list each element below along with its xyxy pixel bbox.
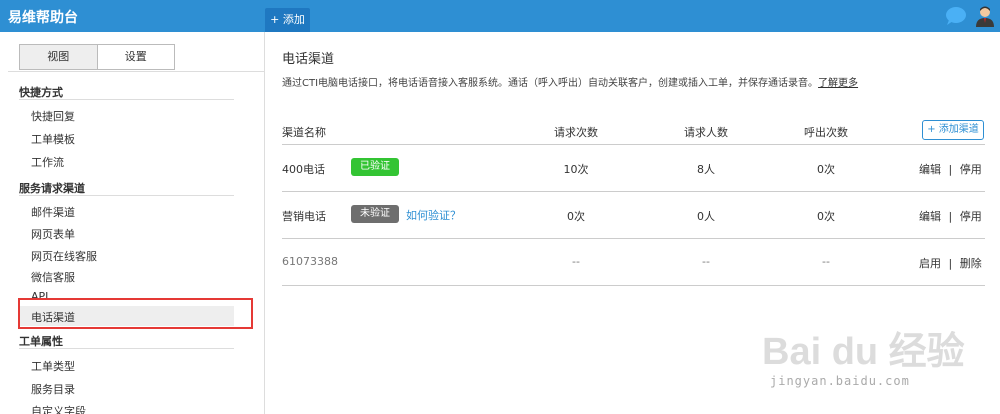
action-separator: |: [948, 210, 953, 223]
table-header: 渠道名称 请求次数 请求人数 呼出次数: [282, 124, 986, 144]
how-to-verify-link[interactable]: 如何验证？: [406, 207, 461, 223]
user-avatar-icon[interactable]: [975, 5, 995, 27]
section-ticket-attributes: 工单属性: [19, 335, 63, 348]
row-1-requests: 10次: [563, 163, 589, 176]
action-separator: |: [948, 257, 953, 270]
action-separator: |: [948, 163, 953, 176]
sidebar-item-web-chat[interactable]: 网页在线客服: [31, 248, 97, 264]
sidebar-item-service-catalog[interactable]: 服务目录: [31, 381, 75, 397]
section-divider: [19, 348, 234, 349]
sidebar-item-wechat[interactable]: 微信客服: [31, 269, 75, 285]
section-divider: [19, 99, 234, 100]
column-requester-count: 请求人数: [684, 126, 728, 139]
row-1-actions: 编辑 | 停用: [919, 161, 982, 177]
sidebar-item-custom-fields[interactable]: 自定义字段: [31, 403, 86, 414]
edit-link[interactable]: 编辑: [919, 163, 941, 176]
row-1-name: 400电话: [282, 163, 325, 176]
header-divider: [282, 144, 985, 145]
delete-link[interactable]: 删除: [960, 257, 982, 270]
tab-view[interactable]: 视图: [20, 45, 98, 69]
section-request-channels: 服务请求渠道: [19, 182, 85, 195]
tab-settings[interactable]: 设置: [97, 45, 174, 69]
watermark-url: jingyan.baidu.com: [770, 374, 910, 388]
sidebar-item-ticket-template[interactable]: 工单模板: [31, 131, 75, 147]
row-2-requests: 0次: [567, 210, 585, 223]
section-divider: [19, 195, 234, 196]
add-channel-button[interactable]: + 添加渠道: [922, 120, 984, 140]
column-channel-name: 渠道名称: [282, 126, 326, 139]
row-2-name: 营销电话: [282, 210, 326, 223]
sidebar-item-web-form[interactable]: 网页表单: [31, 226, 75, 242]
row-2-people: 0人: [697, 210, 715, 223]
sidebar-tabs: 视图 设置: [19, 44, 175, 70]
edit-link[interactable]: 编辑: [919, 210, 941, 223]
section-shortcuts: 快捷方式: [19, 86, 63, 99]
description-text: 通过CTI电脑电话接口，将电话语音接入客服系统。通话（呼入呼出）自动关联客户，创…: [282, 78, 819, 89]
verified-badge: 已验证: [351, 158, 399, 176]
row-3-requests: --: [572, 255, 580, 268]
sidebar-item-ticket-type[interactable]: 工单类型: [31, 358, 75, 374]
sidebar: 视图 设置 快捷方式 快捷回复 工单模板 工作流 服务请求渠道 邮件渠道 网页表…: [8, 32, 265, 414]
page-description: 通过CTI电脑电话接口，将电话语音接入客服系统。通话（呼入呼出）自动关联客户，创…: [282, 74, 858, 89]
sidebar-item-email-channel[interactable]: 邮件渠道: [31, 204, 75, 220]
disable-link[interactable]: 停用: [960, 163, 982, 176]
enable-link[interactable]: 启用: [919, 257, 941, 270]
paw-watermark-icon: Bai du 经验: [762, 331, 965, 373]
learn-more-link[interactable]: 了解更多: [818, 78, 858, 89]
row-divider: [282, 285, 985, 286]
app-title: 易维帮助台: [8, 10, 78, 26]
column-request-count: 请求次数: [554, 126, 598, 139]
unverified-badge: 未验证: [351, 205, 399, 223]
add-button[interactable]: + 添加: [265, 8, 310, 32]
tabs-divider: [8, 71, 264, 72]
row-3-name: 61073388: [282, 255, 338, 268]
row-divider: [282, 191, 985, 192]
disable-link[interactable]: 停用: [960, 210, 982, 223]
row-2-actions: 编辑 | 停用: [919, 208, 982, 224]
row-1-people: 8人: [697, 163, 715, 176]
column-outbound-count: 呼出次数: [804, 126, 848, 139]
row-divider: [282, 238, 985, 239]
page-title: 电话渠道: [282, 52, 335, 67]
row-3-actions: 启用 | 删除: [919, 255, 982, 271]
row-3-outbound: --: [822, 255, 830, 268]
watermark-brand: Bai du 经验: [762, 331, 965, 373]
top-bar: 易维帮助台 + 添加: [0, 0, 1000, 32]
chat-bubble-icon[interactable]: [945, 6, 967, 26]
sidebar-item-quick-reply[interactable]: 快捷回复: [31, 108, 75, 124]
row-2-outbound: 0次: [817, 210, 835, 223]
row-3-people: --: [702, 255, 710, 268]
row-1-outbound: 0次: [817, 163, 835, 176]
highlight-box: [18, 298, 253, 329]
sidebar-item-workflow[interactable]: 工作流: [31, 154, 64, 170]
